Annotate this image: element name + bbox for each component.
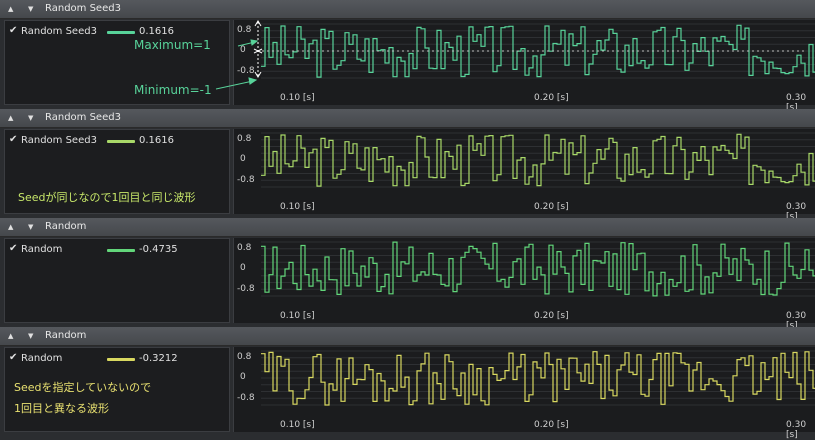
check-icon[interactable]: ✔ [9,352,17,363]
panel-header[interactable]: ▲ ▼ Random [0,327,815,346]
plot-area[interactable]: 0.8 0 -0.8 0.10 [s] 0.20 [s] 0.30 [s] [233,20,815,113]
x-tick-label: 0.30 [s] [786,420,807,440]
collapse-icon[interactable]: ▲ [8,327,13,345]
annotation-maximum: Maximum=1 [134,38,211,52]
waveform-line [261,24,815,78]
legend-name: Random Seed3 [21,135,97,146]
legend-name: Random [21,244,63,255]
x-tick-label: 0.20 [s] [534,420,569,430]
panel-header[interactable]: ▲ ▼ Random Seed3 [0,109,815,128]
panel-title: Random Seed3 [45,112,121,123]
waveform-line [261,133,815,187]
plot-area[interactable]: 0.8 0 -0.8 0.10 [s] 0.20 [s] 0.30 [s] [233,238,815,331]
x-tick-label: 0.10 [s] [280,93,315,103]
series-swatch [107,358,135,361]
chart-panel-4: ▲ ▼ Random ✔ Random -0.3212 Seedを指定していない… [0,327,815,440]
y-tick-label: 0.8 [237,25,252,35]
plot-area[interactable]: 0.8 0 -0.8 0.10 [s] 0.20 [s] 0.30 [s] [233,129,815,222]
y-tick-label: 0 [240,45,246,55]
legend-name: Random [21,353,63,364]
chart-panel-2: ▲ ▼ Random Seed3 ✔ Random Seed3 0.1616 S… [0,109,815,222]
legend: ✔ Random -0.4735 [4,238,230,323]
waveform [261,350,815,406]
chart-panel-3: ▲ ▼ Random ✔ Random -0.4735 0.8 0 -0.8 0… [0,218,815,331]
menu-icon[interactable]: ▼ [28,218,33,236]
annotation-note: Seedを指定していないので [14,381,152,394]
y-tick-label: 0.8 [237,243,252,253]
y-tick-label: -0.8 [237,175,255,185]
panel-title: Random [45,221,87,232]
y-tick-label: 0 [240,372,246,382]
series-swatch [107,249,135,252]
check-icon[interactable]: ✔ [9,25,17,36]
x-tick-label: 0.20 [s] [534,202,569,212]
x-tick-label: 0.10 [s] [280,311,315,321]
y-tick-label: -0.8 [237,66,255,76]
y-tick-label: 0 [240,154,246,164]
x-tick-label: 0.20 [s] [534,311,569,321]
y-tick-label: 0.8 [237,134,252,144]
y-tick-label: -0.8 [237,284,255,294]
check-icon[interactable]: ✔ [9,243,17,254]
annotation-note: Seedが同じなので1回目と同じ波形 [18,191,196,204]
y-tick-label: 0 [240,263,246,273]
panel-title: Random [45,330,87,341]
legend-value: 0.1616 [139,26,174,37]
panel-title: Random Seed3 [45,3,121,14]
y-tick-label: -0.8 [237,393,255,403]
menu-icon[interactable]: ▼ [28,327,33,345]
series-swatch [107,140,135,143]
collapse-icon[interactable]: ▲ [8,109,13,127]
legend-value: 0.1616 [139,135,174,146]
panel-header[interactable]: ▲ ▼ Random Seed3 [0,0,815,19]
annotation-minimum: Minimum=-1 [134,83,212,97]
collapse-icon[interactable]: ▲ [8,0,13,18]
legend: ✔ Random Seed3 0.1616 Seedが同じなので1回目と同じ波形 [4,129,230,214]
menu-icon[interactable]: ▼ [28,0,33,18]
collapse-icon[interactable]: ▲ [8,218,13,236]
annotation-note: 1回目と異なる波形 [14,402,109,415]
x-tick-label: 0.10 [s] [280,202,315,212]
legend-name: Random Seed3 [21,26,97,37]
legend: ✔ Random -0.3212 Seedを指定していないので 1回目と異なる波… [4,347,230,432]
chart-panel-1: ▲ ▼ Random Seed3 ✔ Random Seed3 0.1616 0… [0,0,815,113]
panel-header[interactable]: ▲ ▼ Random [0,218,815,237]
check-icon[interactable]: ✔ [9,134,17,145]
legend-value: -0.4735 [139,244,178,255]
waveform [261,23,815,79]
waveform [261,241,815,297]
waveform [261,132,815,188]
x-tick-label: 0.10 [s] [280,420,315,430]
plot-area[interactable]: 0.8 0 -0.8 0.10 [s] 0.20 [s] 0.30 [s] [233,347,815,440]
x-tick-label: 0.20 [s] [534,93,569,103]
legend-value: -0.3212 [139,353,178,364]
y-tick-label: 0.8 [237,352,252,362]
menu-icon[interactable]: ▼ [28,109,33,127]
series-swatch [107,31,135,34]
